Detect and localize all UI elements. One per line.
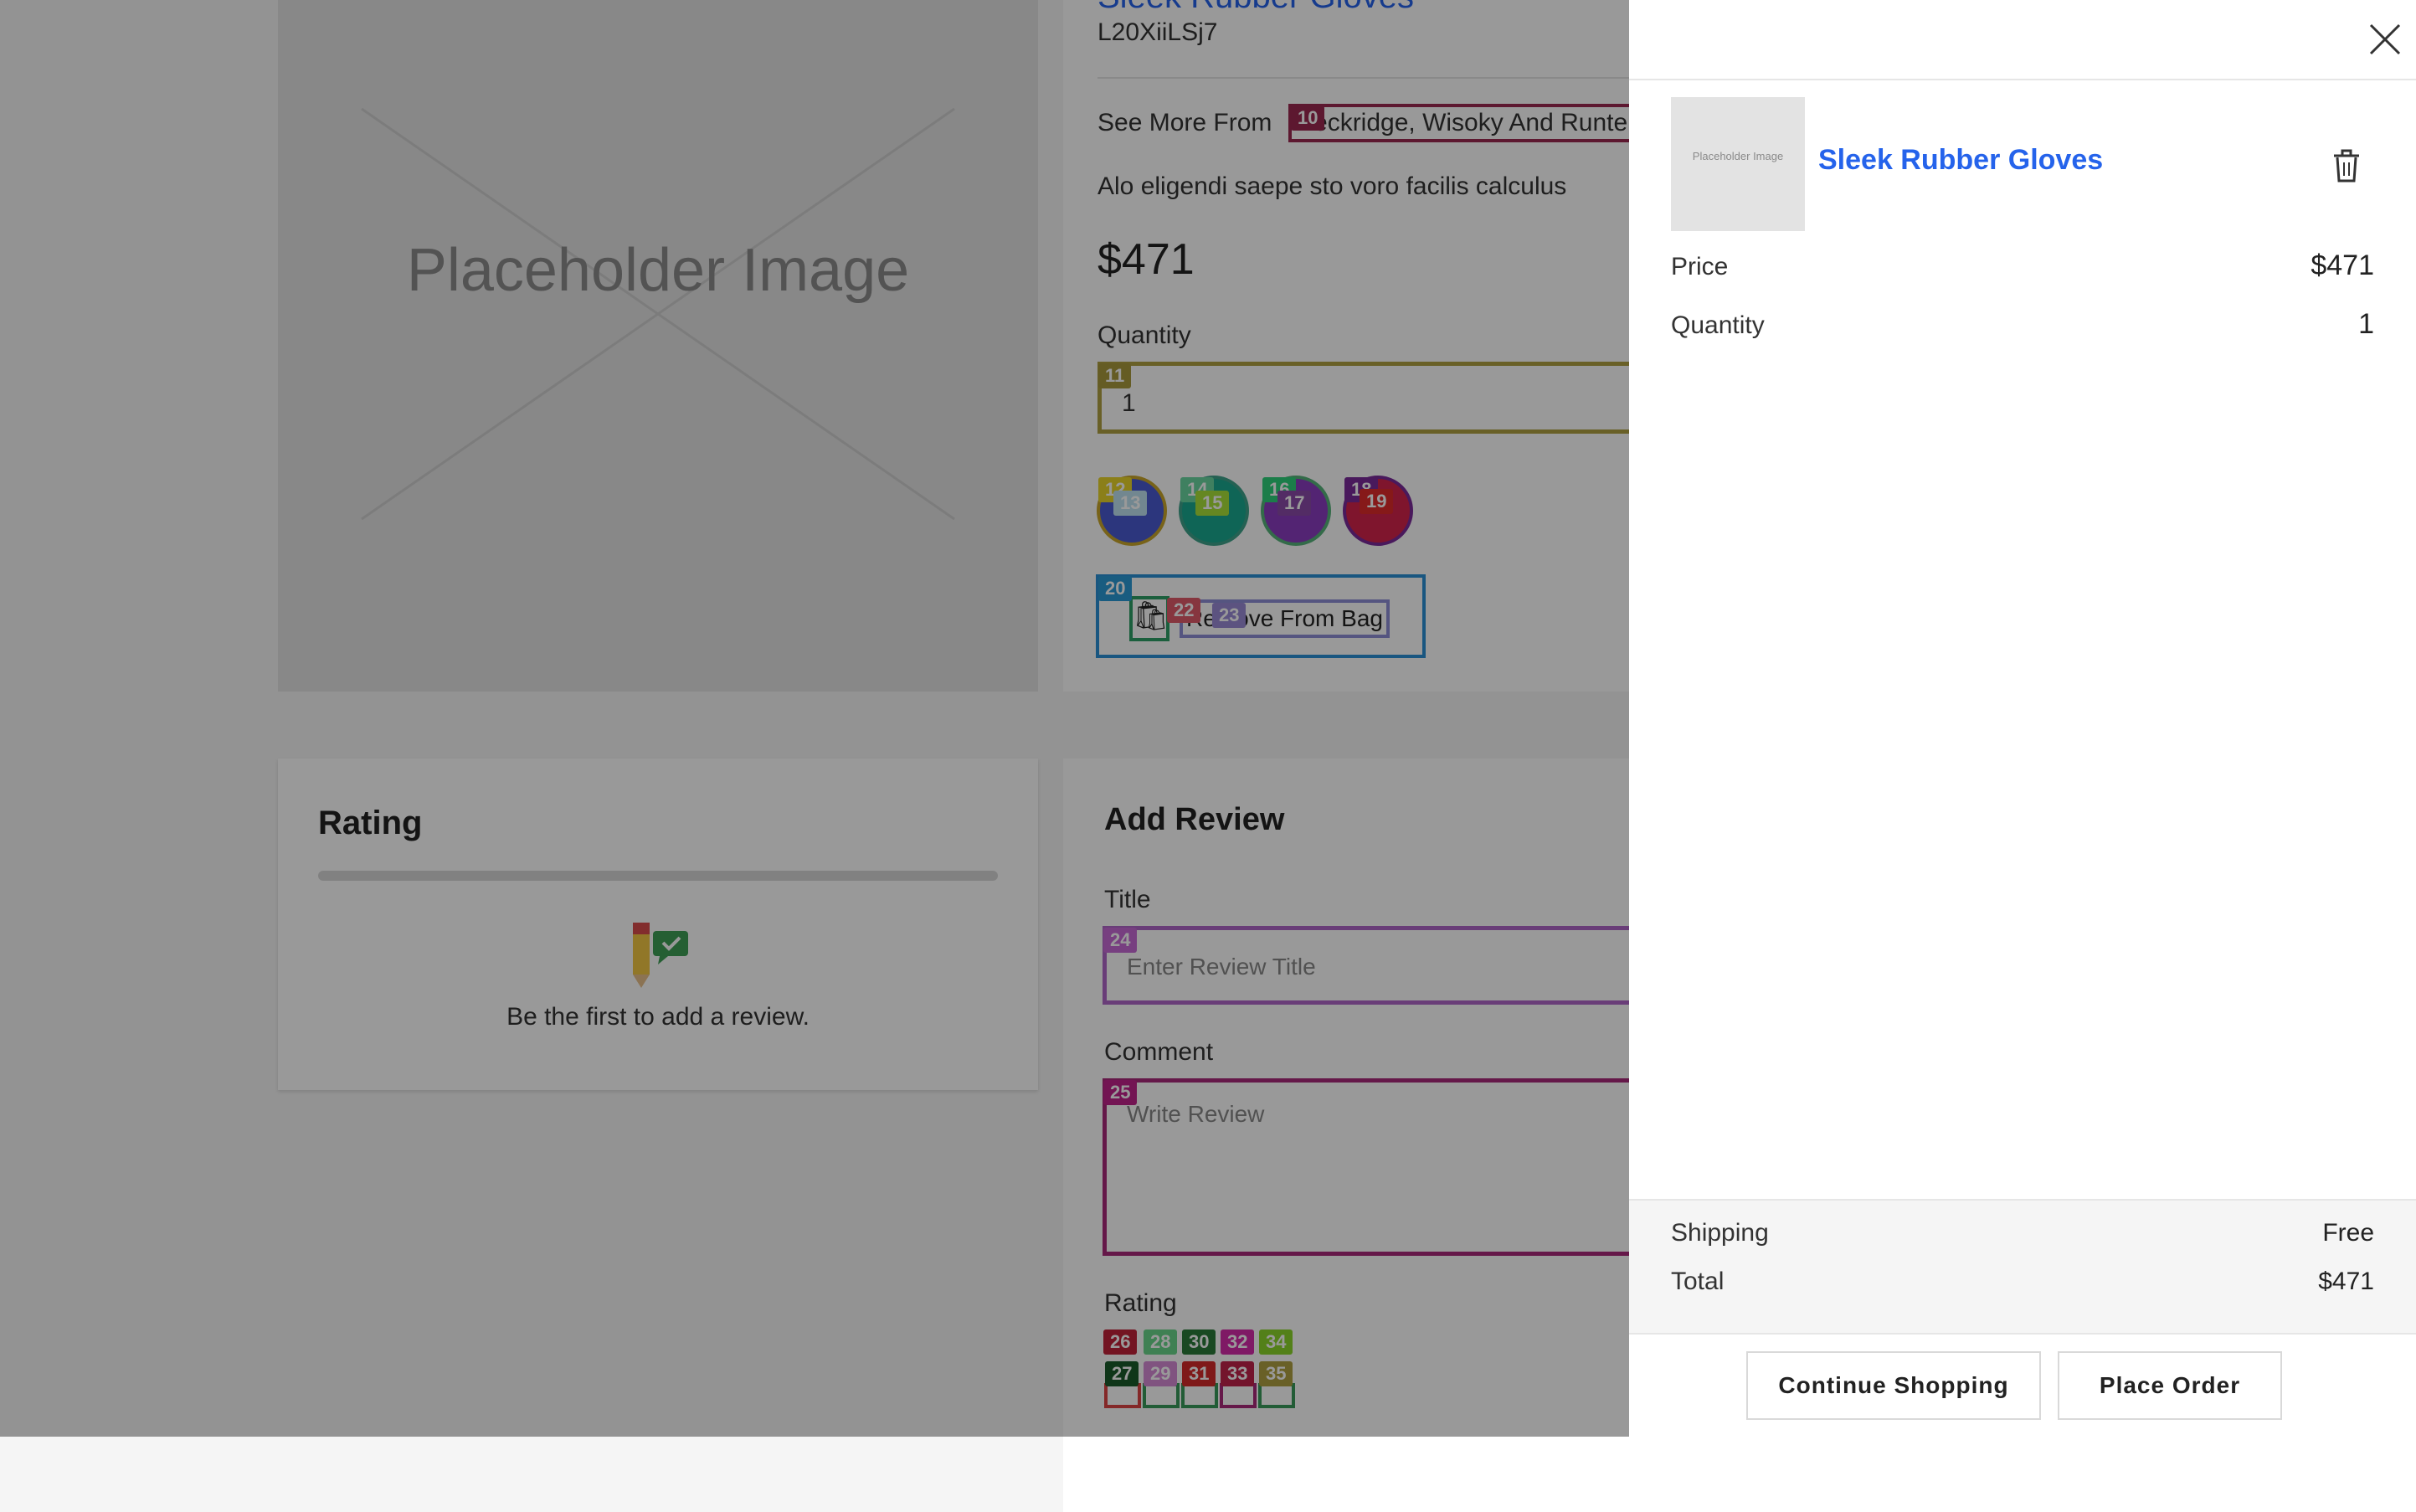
- cart-quantity-value: 1: [2358, 308, 2374, 340]
- place-order-button[interactable]: Place Order: [2058, 1351, 2282, 1420]
- cart-item-name[interactable]: Sleek Rubber Gloves: [1818, 144, 2103, 177]
- drawer-header: [1629, 0, 2416, 80]
- total-label: Total: [1671, 1268, 1725, 1295]
- product-page: Placeholder Image Sleek Rubber Gloves L2…: [0, 0, 2416, 1512]
- modal-backdrop[interactable]: [0, 0, 1629, 1437]
- thumbnail-placeholder-text: Placeholder Image: [1692, 150, 1784, 162]
- continue-shopping-button[interactable]: Continue Shopping: [1746, 1351, 2041, 1420]
- cart-drawer: Placeholder Image Sleek Rubber Gloves Pr…: [1629, 0, 2416, 1437]
- cart-quantity-label: Quantity: [1671, 311, 1765, 339]
- cart-price-value: $471: [2311, 249, 2374, 281]
- total-value: $471: [2318, 1268, 2374, 1295]
- order-summary: Shipping Free Total $471: [1629, 1199, 2416, 1335]
- trash-icon[interactable]: [2332, 149, 2361, 183]
- shipping-label: Shipping: [1671, 1219, 1769, 1247]
- close-icon[interactable]: [2366, 20, 2404, 59]
- cart-price-label: Price: [1671, 253, 1729, 280]
- cart-item-thumbnail: Placeholder Image: [1671, 97, 1805, 231]
- shipping-value: Free: [2322, 1219, 2374, 1247]
